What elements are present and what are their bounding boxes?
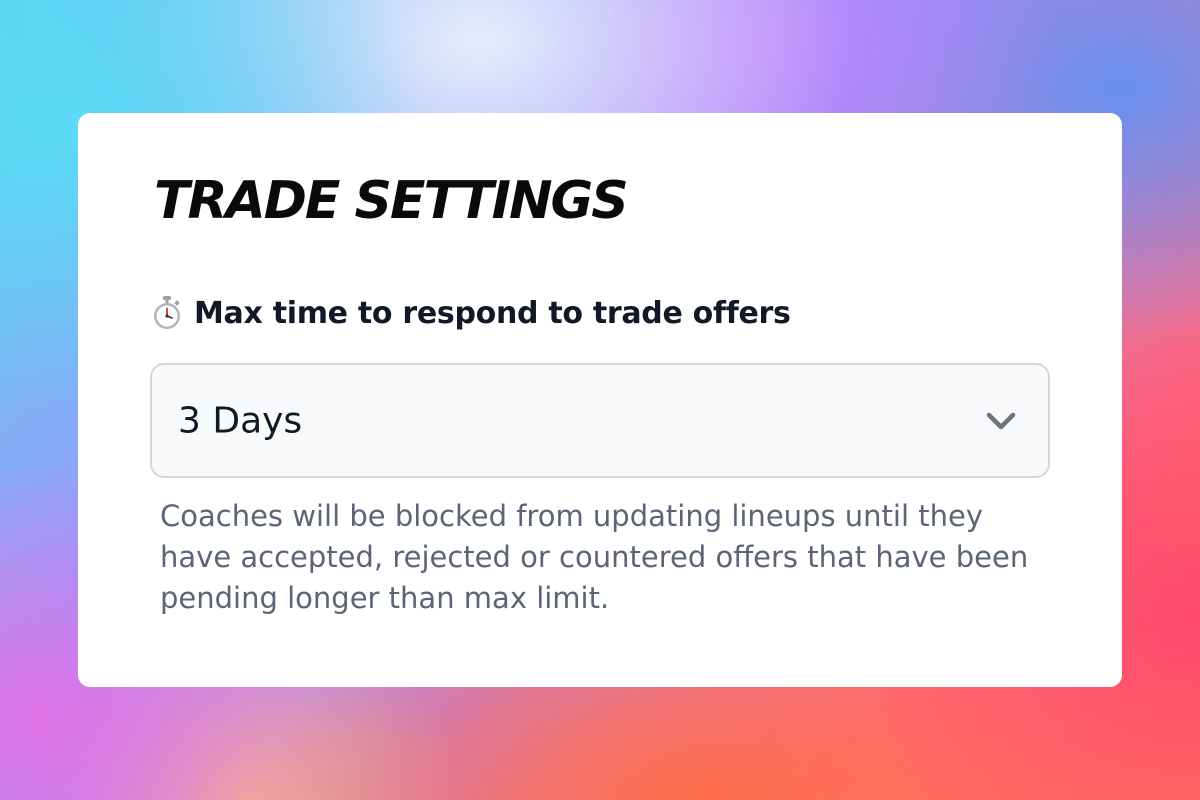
max-response-time-label: Max time to respond to trade offers [150,295,791,331]
chevron-down-icon [986,412,1016,429]
select-value: 3 Days [178,400,303,441]
page-title: TRADE SETTINGS [154,171,629,231]
field-label-text: Max time to respond to trade offers [194,295,791,331]
stopwatch-icon [150,295,184,331]
trade-settings-card: TRADE SETTINGS Max time to respond to tr… [78,113,1122,687]
help-text: Coaches will be blocked from updating li… [160,499,1029,615]
max-response-time-select[interactable]: 3 Days [150,363,1050,478]
